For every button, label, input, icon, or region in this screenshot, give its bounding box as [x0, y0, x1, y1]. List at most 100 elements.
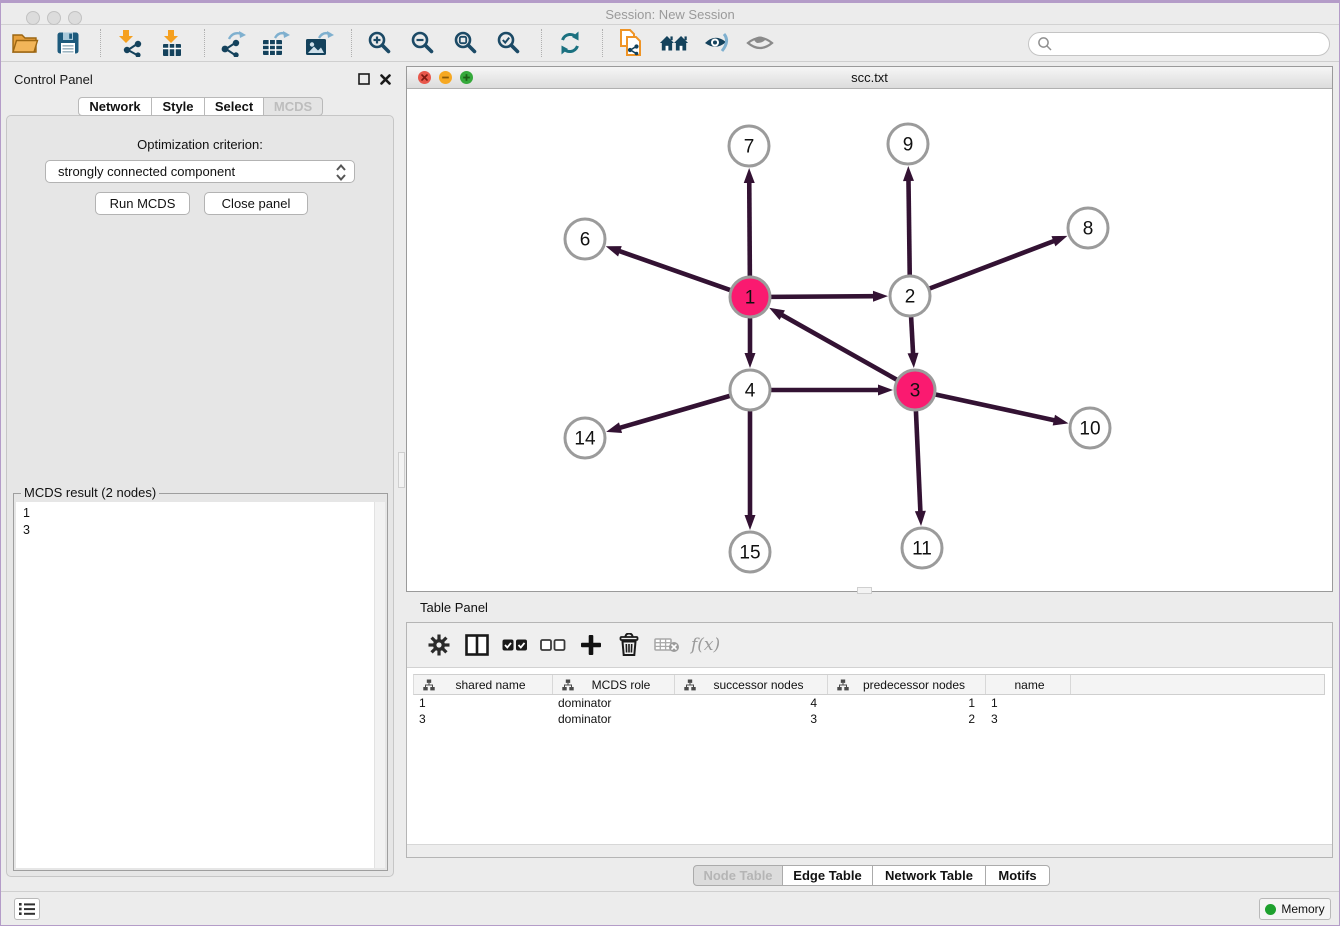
criterion-dropdown[interactable]: strongly connected component	[45, 160, 355, 183]
zoom-out-icon[interactable]	[408, 28, 438, 58]
import-network-icon[interactable]	[114, 28, 144, 58]
node-label-11: 11	[912, 539, 932, 560]
zoom-selected-icon[interactable]	[494, 28, 524, 58]
edge-arrow-1-2	[873, 291, 888, 302]
cell-name[interactable]: 3	[985, 712, 1070, 726]
control-panel-header: Control Panel	[0, 68, 400, 92]
edge-4-14[interactable]	[619, 396, 730, 428]
column-header-predecessor-nodes[interactable]: predecessor nodes	[828, 675, 986, 694]
gear-icon[interactable]	[425, 631, 453, 659]
export-network-icon[interactable]	[218, 28, 248, 58]
edge-3-10[interactable]	[936, 394, 1056, 420]
network-canvas[interactable]: 1234678910111415	[407, 89, 1332, 591]
home-layout-icon[interactable]	[659, 28, 689, 58]
cell-predecessor-nodes[interactable]: 1	[827, 696, 985, 710]
cell-shared-name[interactable]: 1	[413, 696, 552, 710]
select-all-icon[interactable]	[501, 631, 529, 659]
column-header-successor-nodes[interactable]: successor nodes	[675, 675, 828, 694]
cell-MCDS-role[interactable]: dominator	[552, 712, 674, 726]
edge-arrow-2-3	[908, 353, 919, 368]
fx-icon[interactable]: f(x)	[691, 631, 720, 659]
edge-arrow-4-14	[606, 422, 622, 433]
search-input[interactable]	[1057, 34, 1329, 54]
node-label-14: 14	[574, 429, 596, 450]
table-row[interactable]: 1dominator411	[413, 695, 1325, 711]
mcds-result-legend: MCDS result (2 nodes)	[21, 485, 159, 500]
network-view-title: scc.txt	[407, 70, 1332, 85]
node-label-3: 3	[910, 381, 921, 402]
column-header-MCDS-role[interactable]: MCDS role	[553, 675, 675, 694]
panel-divider-handle[interactable]	[398, 452, 405, 488]
cell-successor-nodes[interactable]: 4	[674, 696, 827, 710]
edge-2-3[interactable]	[911, 317, 913, 355]
cell-MCDS-role[interactable]: dominator	[552, 696, 674, 710]
close-panel-icon[interactable]	[379, 73, 392, 86]
edge-2-8[interactable]	[930, 240, 1056, 288]
run-mcds-button[interactable]: Run MCDS	[95, 192, 190, 215]
list-icon	[18, 902, 36, 916]
deselect-all-icon[interactable]	[539, 631, 567, 659]
tab-node-table[interactable]: Node Table	[693, 865, 783, 886]
import-table-icon[interactable]	[157, 28, 187, 58]
mcds-result-text[interactable]: 1 3	[16, 502, 385, 868]
node-table: shared name MCDS rolesuccessor nodesprede…	[413, 674, 1325, 727]
column-label: MCDS role	[574, 678, 674, 692]
cell-shared-name[interactable]: 3	[413, 712, 552, 726]
tab-select[interactable]: Select	[205, 97, 264, 116]
network-from-selection-icon[interactable]	[616, 28, 646, 58]
edge-1-6[interactable]	[618, 251, 730, 290]
export-table-icon[interactable]	[261, 28, 291, 58]
cell-successor-nodes[interactable]: 3	[674, 712, 827, 726]
edge-arrow-3-1	[769, 308, 785, 320]
show-all-icon[interactable]	[745, 28, 775, 58]
export-image-icon[interactable]	[304, 28, 334, 58]
edge-arrow-4-3	[878, 385, 893, 396]
close-panel-button[interactable]: Close panel	[204, 192, 308, 215]
column-browser-icon[interactable]	[463, 631, 491, 659]
cell-predecessor-nodes[interactable]: 2	[827, 712, 985, 726]
edge-1-2[interactable]	[771, 296, 875, 297]
zoom-in-icon[interactable]	[365, 28, 395, 58]
search-icon	[1037, 36, 1053, 52]
tab-edge-table[interactable]: Edge Table	[783, 865, 873, 886]
refresh-icon[interactable]	[555, 28, 585, 58]
open-icon[interactable]	[10, 28, 40, 58]
task-history-button[interactable]	[14, 898, 40, 920]
tab-motifs[interactable]: Motifs	[986, 865, 1050, 886]
tab-network[interactable]: Network	[78, 97, 152, 116]
tab-mcds[interactable]: MCDS	[264, 97, 323, 116]
optimization-label: Optimization criterion:	[7, 137, 393, 152]
table-panel: f(x) shared name MCDS rolesuccessor nodes…	[406, 622, 1333, 858]
toolbar-separator	[602, 29, 604, 57]
tab-style[interactable]: Style	[152, 97, 205, 116]
column-header-shared-name[interactable]: shared name	[414, 675, 553, 694]
sitemap-icon	[837, 679, 849, 691]
edge-1-7[interactable]	[749, 181, 750, 276]
column-header-filler	[1071, 675, 1324, 694]
edge-3-1[interactable]	[780, 314, 896, 380]
cell-name[interactable]: 1	[985, 696, 1070, 710]
zoom-fit-icon[interactable]	[451, 28, 481, 58]
tab-network-table[interactable]: Network Table	[873, 865, 986, 886]
edge-3-11[interactable]	[916, 411, 921, 513]
panel-divider-handle[interactable]	[857, 587, 872, 594]
node-label-2: 2	[905, 287, 916, 308]
table-tabs: Node TableEdge TableNetwork TableMotifs	[693, 865, 1050, 886]
sitemap-icon	[684, 679, 696, 691]
edge-arrow-1-6	[606, 246, 622, 256]
table-scrollbar-strip[interactable]	[407, 844, 1332, 857]
delete-icon[interactable]	[615, 631, 643, 659]
memory-button[interactable]: Memory	[1259, 898, 1331, 920]
float-window-icon[interactable]	[358, 73, 371, 86]
edge-2-9[interactable]	[908, 179, 909, 275]
scrollbar-track[interactable]	[374, 502, 385, 868]
column-header-name[interactable]: name	[986, 675, 1071, 694]
node-label-7: 7	[744, 137, 755, 158]
table-row[interactable]: 3dominator323	[413, 711, 1325, 727]
network-window-titlebar[interactable]: scc.txt	[407, 67, 1332, 89]
hide-selected-icon[interactable]	[702, 28, 732, 58]
delete-table-icon[interactable]	[653, 631, 681, 659]
add-icon[interactable]	[577, 631, 605, 659]
table-toolbar: f(x)	[407, 623, 1332, 668]
save-icon[interactable]	[53, 28, 83, 58]
